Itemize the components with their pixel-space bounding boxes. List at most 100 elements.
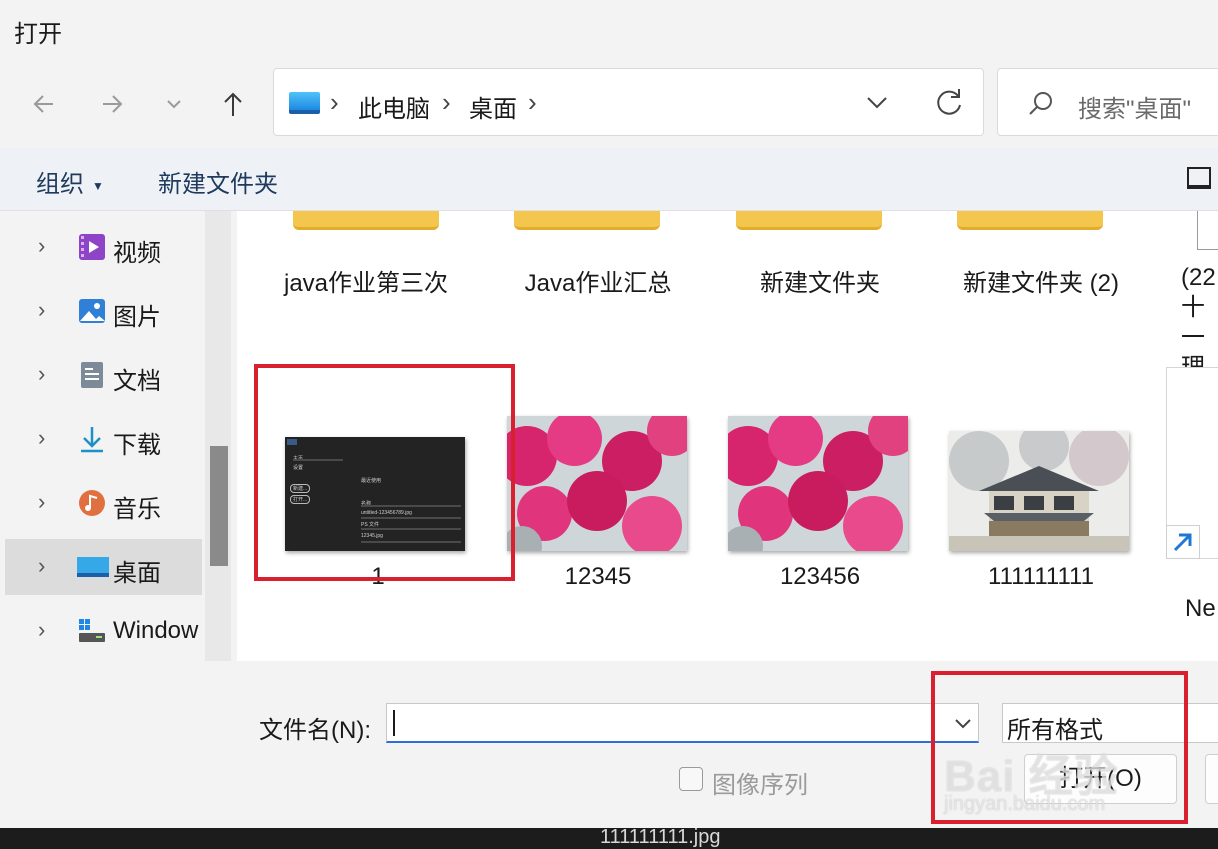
thumb-text: 打开...	[293, 497, 308, 503]
chevron-right-icon[interactable]: ›	[38, 361, 45, 387]
image-sequence-label: 图像序列	[712, 772, 808, 799]
partial-line: (22	[1181, 264, 1216, 291]
thumb-text: 12345.jpg	[361, 533, 383, 539]
folder-name: 新建文件夹 (2)	[963, 270, 1119, 297]
sidebar-item-label: 下载	[113, 432, 161, 459]
filename-input[interactable]	[386, 703, 979, 743]
chevron-right-icon[interactable]: ›	[38, 553, 45, 579]
new-folder-button[interactable]: 新建文件夹	[158, 164, 278, 199]
file-type-select[interactable]: 所有格式	[1002, 703, 1218, 744]
organize-menu[interactable]: 组织 ▼	[36, 164, 104, 199]
chevron-right-icon[interactable]: ›	[38, 297, 45, 323]
thumb-bar	[361, 505, 461, 507]
thumb-text: 最近使用	[361, 478, 382, 484]
folder-icon	[736, 211, 882, 230]
folder-icon	[957, 211, 1103, 230]
chevron-down-icon	[955, 719, 971, 729]
folder-name: 新建文件夹	[760, 270, 880, 297]
sidebar-scrollbar[interactable]	[205, 211, 231, 661]
breadcrumb-this-pc[interactable]: 此电脑	[358, 89, 430, 124]
thumb-text: untitled-123456789.jpg	[361, 510, 412, 516]
sidebar-item-documents[interactable]: › 文档	[0, 347, 202, 403]
sidebar-item-downloads[interactable]: › 下载	[0, 411, 202, 467]
text-cursor	[393, 710, 395, 736]
command-bar: 组织 ▼ 新建文件夹	[0, 148, 1218, 211]
screenshot-thumbnail: 主页 设置 最近使用 新建... 打开... 名称 untitled-12345…	[285, 437, 465, 551]
chevron-down-icon	[867, 97, 887, 109]
thumb-text: PS 文件	[361, 522, 380, 528]
address-history-dropdown[interactable]	[862, 85, 892, 119]
chevron-right-icon[interactable]: ›	[38, 617, 45, 643]
sidebar-item-label: Window	[113, 617, 199, 644]
search-icon	[1029, 92, 1052, 115]
thumb-text: 设置	[293, 465, 304, 471]
sidebar-item-music[interactable]: › 音乐	[0, 475, 202, 531]
partial-line: 十一	[1181, 294, 1205, 351]
house-illustration	[949, 431, 1129, 551]
organize-label: 组织	[36, 171, 84, 198]
chevron-down-icon	[167, 100, 181, 109]
open-file-dialog: 打开 › 此电脑 › 桌面 › 搜索"桌面" 组织 ▼ 新建文件夹 › 视频 ›…	[0, 0, 1218, 828]
title-bar: 打开	[0, 0, 1218, 58]
search-box[interactable]: 搜索"桌面"	[997, 68, 1218, 136]
image-sequence-checkbox[interactable]	[679, 767, 703, 791]
back-button[interactable]	[26, 86, 62, 122]
sidebar-item-label: 桌面	[113, 560, 161, 587]
preview-pane-icon[interactable]	[1187, 167, 1211, 189]
navigation-pane: › 视频 › 图片 › 文档 › 下载 › 音乐 › 桌面 › Window	[0, 211, 235, 661]
file-name: 123456	[779, 563, 861, 590]
drive-icon	[79, 619, 105, 642]
thumb-bar	[361, 541, 461, 543]
sidebar-item-label: 文档	[113, 368, 161, 395]
search-placeholder: 搜索"桌面"	[1078, 96, 1192, 123]
file-type-value: 所有格式	[1007, 717, 1103, 744]
breadcrumb-desktop[interactable]: 桌面	[469, 89, 517, 124]
file-name: 111111111	[988, 563, 1094, 590]
chevron-right-icon: ›	[330, 87, 339, 117]
refresh-button[interactable]	[932, 85, 966, 119]
music-icon	[79, 490, 105, 516]
cancel-button[interactable]	[1205, 754, 1218, 804]
documents-icon	[81, 362, 103, 388]
folder-name: java作业第三次	[283, 270, 449, 297]
sidebar-item-label: 音乐	[113, 496, 161, 523]
chevron-right-icon[interactable]: ›	[38, 233, 45, 259]
blossom-thumbnail	[507, 416, 687, 551]
sidebar-item-videos[interactable]: › 视频	[0, 219, 202, 275]
desktop-icon	[77, 557, 109, 577]
sidebar-item-label: 图片	[113, 304, 161, 331]
thumb-bar	[293, 459, 343, 461]
chevron-right-icon[interactable]: ›	[38, 489, 45, 515]
thumb-text: 新建...	[293, 486, 308, 492]
folder-icon	[293, 211, 439, 230]
file-list: java作业第三次 Java作业汇总 新建文件夹 新建文件夹 (2) (22 十…	[237, 211, 1218, 661]
sidebar-scrollbar-thumb[interactable]	[210, 446, 228, 566]
file-name: 12345	[564, 563, 632, 590]
file-name[interactable]: Ne	[1185, 595, 1216, 623]
caret-down-icon: ▼	[92, 178, 104, 193]
sidebar-item-label: 视频	[113, 240, 161, 267]
document-icon[interactable]	[1197, 211, 1218, 250]
app-logo-icon	[287, 439, 297, 445]
recent-locations-button[interactable]	[156, 86, 192, 122]
window-title: 打开	[14, 21, 62, 48]
sidebar-item-desktop[interactable]: › 桌面	[5, 539, 202, 595]
shortcut-arrow-icon	[1166, 525, 1200, 559]
partial-item-name[interactable]: (22 十一 理	[1181, 263, 1218, 383]
folder-icon	[514, 211, 660, 230]
video-icon	[79, 234, 105, 260]
folder-name: Java作业汇总	[524, 270, 672, 297]
arrow-up-icon	[224, 92, 242, 116]
up-button[interactable]	[215, 86, 251, 122]
download-icon	[81, 427, 103, 453]
filename-history-dropdown[interactable]	[948, 707, 978, 739]
blossom-thumbnail	[728, 416, 908, 551]
forward-button[interactable]	[94, 86, 130, 122]
chevron-right-icon[interactable]: ›	[38, 425, 45, 451]
sidebar-item-windows-drive[interactable]: › Window	[0, 603, 202, 659]
refresh-icon	[937, 89, 961, 115]
sidebar-item-pictures[interactable]: › 图片	[0, 283, 202, 339]
open-button[interactable]: 打开(O)	[1024, 754, 1177, 804]
chevron-right-icon[interactable]: ›	[528, 87, 537, 118]
address-bar[interactable]: › 此电脑 › 桌面 ›	[273, 68, 984, 136]
